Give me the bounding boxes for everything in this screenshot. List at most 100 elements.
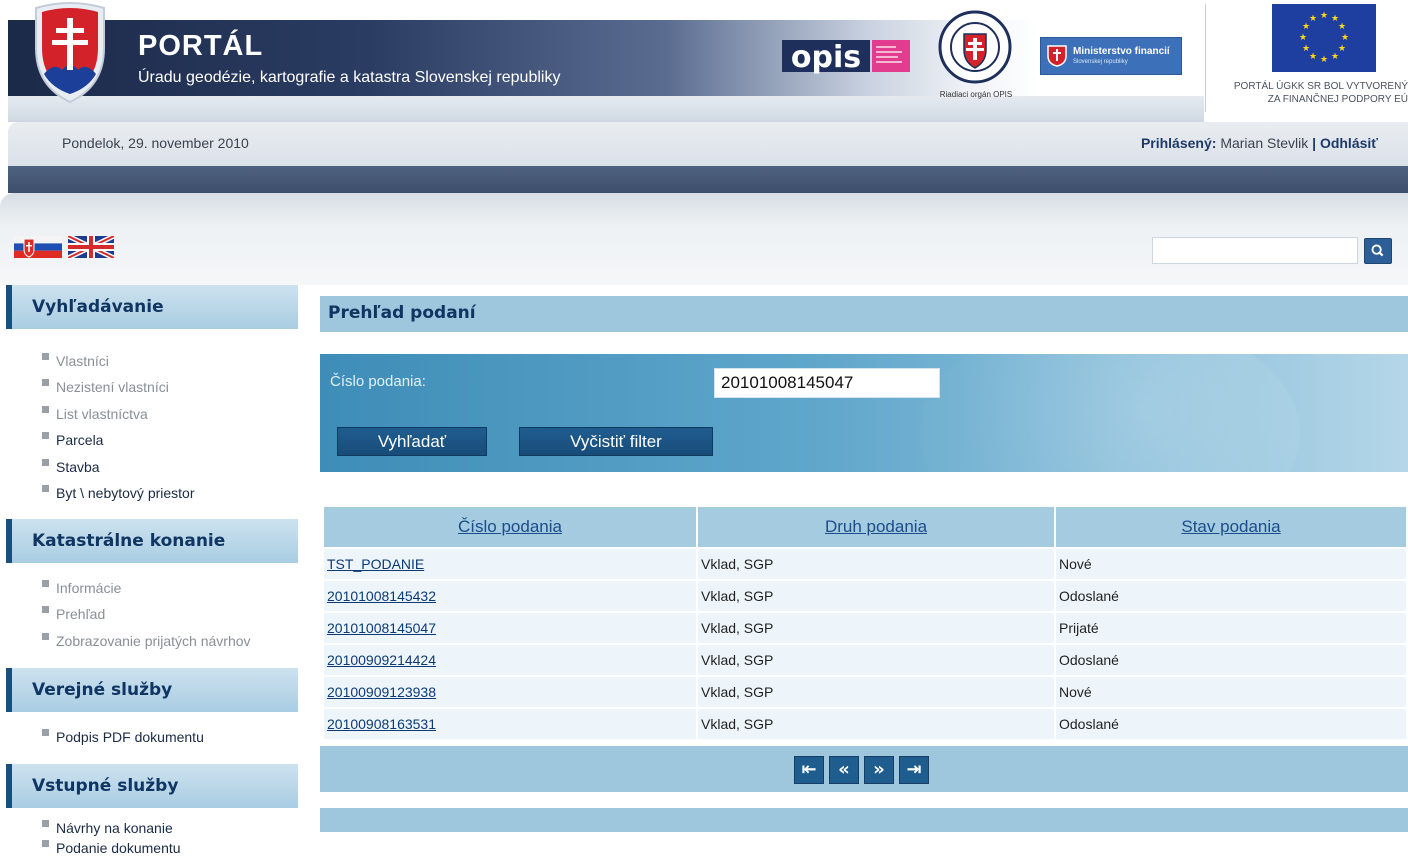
government-seal-icon [938,10,1012,84]
bullet-icon [42,820,49,827]
filter-label: Číslo podania: [330,373,426,390]
svg-text:★: ★ [1320,55,1328,65]
uk-flag-icon[interactable] [68,236,114,258]
sidebar-item-navrhy[interactable]: Návrhy na konanie [42,816,181,836]
svg-text:★: ★ [1320,11,1328,21]
previous-page-icon[interactable]: « [829,756,859,784]
column-header-stav-podania[interactable]: Stav podania [1056,507,1406,547]
user-name: Marian Stevlik [1220,135,1309,151]
search-filter-button[interactable]: Vyhľadať [337,427,487,456]
submission-link[interactable]: 20101008145432 [327,588,436,604]
table-row: 20101008145432 Vklad, SGP Odoslané [324,581,1406,611]
pagination: ⇤ « » ⇥ [794,756,929,784]
globe-decoration [920,354,1300,472]
sidebar-item-label: Prehľad [56,606,106,623]
info-bar: Pondelok, 29. november 2010 Prihlásený: … [8,122,1408,166]
ministry-name: Ministerstvo financií [1073,46,1170,57]
table-cell: Nové [1056,677,1406,707]
column-header-link[interactable]: Stav podania [1181,517,1280,536]
svg-text:★: ★ [1309,52,1317,62]
sidebar-item-informacie[interactable]: Informácie [42,575,251,601]
header-shade [8,96,1204,122]
sidebar-item-label: Stavba [56,458,100,475]
navigation-bar [8,166,1408,193]
table-cell: Odoslané [1056,709,1406,739]
column-header-druh-podania[interactable]: Druh podania [698,507,1054,547]
sidebar-item-label: Nezistení vlastníci [56,379,169,396]
bullet-icon [42,484,49,492]
sidebar-item-podpis-pdf[interactable]: Podpis PDF dokumentu [42,724,204,750]
filter-number-input[interactable]: 20101008145047 [714,368,940,398]
page-title: Prehľad podaní [320,296,1408,332]
filter-panel: Číslo podania: 20101008145047 Vyhľadať V… [320,354,1408,472]
table-cell: 20100908163531 [324,709,696,739]
sidebar-item-nezisteni-vlastnici[interactable]: Nezistení vlastníci [42,374,195,400]
bullet-icon [42,729,49,736]
bullet-icon [42,379,49,387]
coat-of-arms-icon[interactable] [30,0,110,104]
sidebar-heading-vyhladavanie[interactable]: Vyhľadávanie [6,285,298,329]
sidebar-heading-vstupne-sluzby[interactable]: Vstupné služby [6,764,298,808]
table-cell: Vklad, SGP [698,549,1054,579]
table-cell: Vklad, SGP [698,645,1054,675]
logout-link[interactable]: Odhlásiť [1320,135,1378,151]
current-date: Pondelok, 29. november 2010 [62,135,249,151]
clear-filter-button[interactable]: Vyčistiť filter [519,427,713,456]
svg-text:★: ★ [1338,44,1346,54]
sidebar-item-list-vlastnictva[interactable]: List vlastníctva [42,401,195,427]
sidebar-heading-verejne-sluzby[interactable]: Verejné služby [6,668,298,712]
user-separator: | [1312,135,1317,151]
table-cell: Vklad, SGP [698,677,1054,707]
sidebar-item-podanie-dokumentu[interactable]: Podanie dokumentu [42,836,181,856]
eu-funding-line2: ZA FINANČNEJ PODPORY EÚ [1267,94,1408,105]
column-header-link[interactable]: Druh podania [825,517,927,536]
table-header-row: Číslo podania Druh podania Stav podania [324,507,1406,547]
header-divider [1205,4,1206,112]
opis-logo-icon[interactable]: opis [782,38,912,74]
sidebar-item-label: List vlastníctva [56,405,148,422]
bullet-icon [42,458,49,466]
site-header: PORTÁL Úradu geodézie, kartografie a kat… [0,0,1408,122]
eu-funding-note: PORTÁL ÚGKK SR BOL VYTVORENÝ ZA FINANČNE… [1210,80,1408,106]
table-cell: Nové [1056,549,1406,579]
table-row: 20100908163531 Vklad, SGP Odoslané [324,709,1406,739]
svg-text:★: ★ [1302,44,1310,54]
table-cell: Vklad, SGP [698,581,1054,611]
ministry-shield-icon [1047,45,1067,67]
next-page-icon[interactable]: » [864,756,894,784]
last-page-icon[interactable]: ⇥ [899,756,929,784]
table-row: 20100909123938 Vklad, SGP Nové [324,677,1406,707]
table-row: 20101008145047 Vklad, SGP Prijaté [324,613,1406,643]
column-header-cislo-podania[interactable]: Číslo podania [324,507,696,547]
bullet-icon [42,606,49,614]
bullet-icon [42,580,49,587]
sidebar-heading-katastralne-konanie[interactable]: Katastrálne konanie [6,519,298,563]
table-cell: Prijaté [1056,613,1406,643]
slovak-flag-icon[interactable] [14,236,62,258]
submission-link[interactable]: 20100909123938 [327,684,436,700]
sidebar-item-vlastnici[interactable]: Vlastníci [42,348,195,374]
submission-link[interactable]: 20100909214424 [327,652,436,668]
search-button[interactable] [1364,238,1392,264]
sidebar-list-vstupne-sluzby: Návrhy na konanie Podanie dokumentu [42,816,181,856]
column-header-link[interactable]: Číslo podania [458,517,562,536]
sidebar-item-byt[interactable]: Byt \ nebytový priestor [42,480,195,506]
submission-link[interactable]: TST_PODANIE [327,556,424,572]
sidebar-list-verejne-sluzby: Podpis PDF dokumentu [42,724,204,750]
sidebar-item-label: Podpis PDF dokumentu [56,729,204,745]
submission-link[interactable]: 20100908163531 [327,716,436,732]
sidebar-list-vyhladavanie: Vlastníci Nezistení vlastníci List vlast… [42,348,195,506]
sidebar-item-parcela[interactable]: Parcela [42,427,195,453]
submission-link[interactable]: 20101008145047 [327,620,436,636]
first-page-icon[interactable]: ⇤ [794,756,824,784]
user-status: Prihlásený: Marian Stevlik | Odhlásiť [1141,135,1378,151]
sidebar-item-stavba[interactable]: Stavba [42,454,195,480]
search-input[interactable] [1152,237,1358,264]
sidebar-item-prehlad[interactable]: Prehľad [42,601,251,627]
table-row: 20100909214424 Vklad, SGP Odoslané [324,645,1406,675]
sidebar-item-zobrazovanie[interactable]: Zobrazovanie prijatých návrhov [42,628,251,654]
svg-text:★: ★ [1309,14,1317,24]
sidebar-item-label: Informácie [56,580,122,596]
sidebar-list-katastralne-konanie: Informácie Prehľad Zobrazovanie prijatýc… [42,575,251,654]
ministry-of-finance-logo[interactable]: Ministerstvo financií Slovenskej republi… [1040,37,1182,75]
